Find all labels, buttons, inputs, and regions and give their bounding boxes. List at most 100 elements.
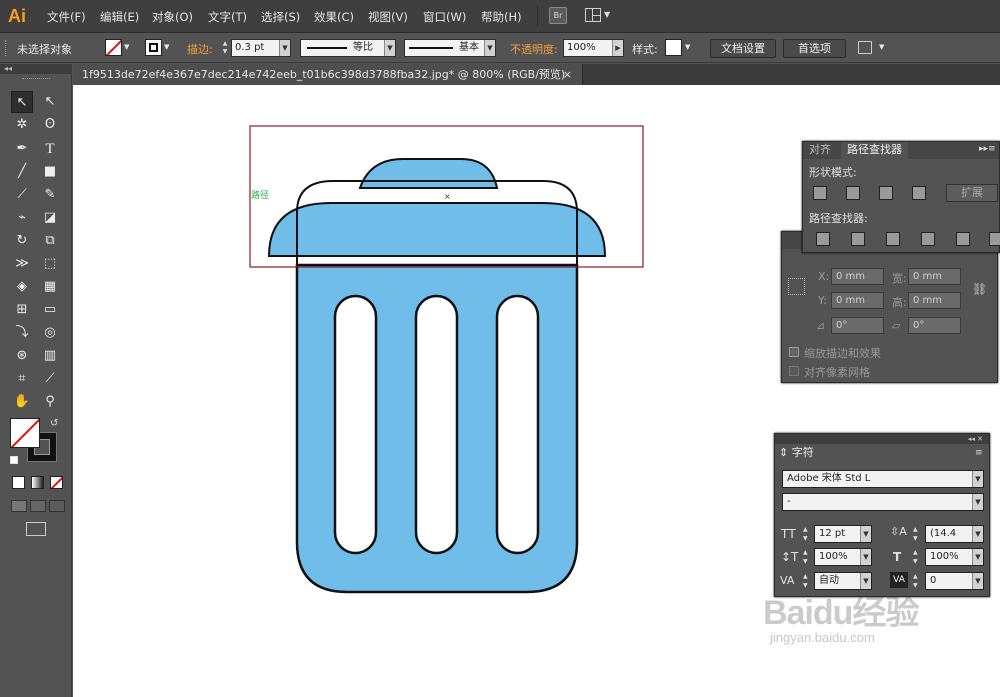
gradient-tool-icon[interactable]: ▭ (39, 299, 61, 321)
collapse-icon[interactable]: ◂◂ (0, 64, 72, 74)
screen-mode-icon[interactable] (26, 522, 46, 536)
rotate-input[interactable]: 0° (831, 317, 884, 334)
tab-align[interactable]: 对齐 (803, 142, 837, 159)
shape-builder-tool-icon[interactable]: ◈ (11, 276, 33, 298)
mesh-tool-icon[interactable]: ⊞ (11, 299, 33, 321)
stepper-icon[interactable]: ▲ ▼ (913, 525, 923, 543)
symbol-sprayer-tool-icon[interactable]: ⊛ (11, 345, 33, 367)
arrange-documents-icon[interactable] (585, 8, 601, 22)
slice-tool-icon[interactable]: ⟋ (39, 368, 61, 390)
rotate-tool-icon[interactable]: ↻ (11, 230, 33, 252)
transform-panel-icon[interactable] (858, 41, 872, 54)
perspective-grid-tool-icon[interactable]: ▦ (39, 276, 61, 298)
pencil-tool-icon[interactable]: ✎ (39, 184, 61, 206)
leading-input[interactable]: (14.4 ▼ (925, 525, 984, 543)
magic-wand-tool-icon[interactable]: ✲ (11, 114, 33, 136)
stepper-icon[interactable]: ▲ ▼ (803, 572, 813, 590)
tab-pathfinder[interactable]: 路径查找器 (841, 142, 908, 159)
panel-collapse-icon[interactable]: ◂◂ ✕ (775, 434, 989, 444)
exclude-icon[interactable] (912, 186, 926, 200)
stroke-label[interactable]: 描边: (187, 41, 213, 57)
menu-type[interactable]: 文字(T) (208, 9, 247, 25)
y-input[interactable]: 0 mm (831, 292, 884, 309)
chevron-down-icon[interactable]: ▼ (124, 43, 129, 51)
eraser-tool-icon[interactable]: ◪ (39, 207, 61, 229)
brush-definition-select[interactable]: 基本 ▼ (404, 39, 496, 57)
chevron-down-icon[interactable]: ▼ (879, 43, 884, 51)
menu-object[interactable]: 对象(O) (152, 9, 193, 25)
fill-color-swatch[interactable] (10, 418, 40, 448)
menu-effect[interactable]: 效果(C) (314, 9, 354, 25)
hand-tool-icon[interactable]: ✋ (11, 391, 33, 413)
unite-icon[interactable] (813, 186, 827, 200)
reference-point-icon[interactable] (788, 278, 805, 295)
font-style-select[interactable]: - ▼ (782, 493, 984, 511)
draw-behind-icon[interactable] (30, 500, 46, 512)
trash-can-body[interactable] (295, 263, 579, 594)
close-icon[interactable]: × (563, 64, 572, 85)
stepper-icon[interactable]: ▲ ▼ (220, 40, 230, 57)
crop-icon[interactable] (921, 232, 935, 246)
constrain-proportions-icon[interactable]: ⛓ (972, 282, 987, 296)
panel-menu-icon[interactable]: ▸▸≡ (979, 144, 996, 154)
stroke-weight-input[interactable]: 0.3 pt ▼ (231, 39, 291, 57)
x-input[interactable]: 0 mm (831, 268, 884, 285)
color-mode-icon[interactable] (12, 476, 25, 489)
artboard-tool-icon[interactable]: ⌗ (11, 368, 33, 390)
scale-strokes-checkbox[interactable] (789, 347, 799, 357)
width-input[interactable]: 0 mm (908, 268, 961, 285)
minus-front-icon[interactable] (846, 186, 860, 200)
eyedropper-tool-icon[interactable]: ⤵ (11, 322, 33, 344)
type-tool-icon[interactable]: T (39, 138, 61, 160)
trim-icon[interactable] (851, 232, 865, 246)
vertical-scale-input[interactable]: 100% ▼ (814, 548, 872, 566)
rectangle-tool-icon[interactable]: ■ (39, 161, 61, 183)
bridge-icon[interactable]: Br (549, 7, 567, 24)
stroke-swatch[interactable] (145, 39, 162, 56)
tab-character[interactable]: ⇕ 字符 (775, 445, 820, 462)
merge-icon[interactable] (886, 232, 900, 246)
align-pixel-checkbox[interactable] (789, 366, 799, 376)
stepper-icon[interactable]: ▲ ▼ (803, 525, 813, 543)
font-size-input[interactable]: 12 pt ▼ (814, 525, 872, 543)
graphic-style-swatch[interactable] (665, 39, 682, 56)
free-transform-tool-icon[interactable]: ⬚ (39, 253, 61, 275)
blob-brush-tool-icon[interactable]: ⌁ (11, 207, 33, 229)
opacity-label[interactable]: 不透明度: (510, 41, 558, 57)
selection-tool-icon[interactable]: ↖ (11, 91, 33, 113)
document-setup-button[interactable]: 文档设置 (710, 39, 776, 58)
menu-select[interactable]: 选择(S) (261, 9, 300, 25)
menu-view[interactable]: 视图(V) (368, 9, 408, 25)
pen-tool-icon[interactable]: ✒ (11, 138, 33, 160)
width-tool-icon[interactable]: ≫ (11, 253, 33, 275)
none-mode-icon[interactable] (50, 476, 63, 489)
paintbrush-tool-icon[interactable]: ⟋ (11, 184, 33, 206)
preferences-button[interactable]: 首选项 (783, 39, 846, 58)
default-colors-icon[interactable] (10, 456, 18, 464)
chevron-down-icon[interactable]: ▼ (164, 43, 169, 51)
fill-swatch[interactable] (105, 39, 122, 56)
chevron-down-icon[interactable]: ▼ (685, 43, 690, 51)
variable-width-profile-select[interactable]: 等比 ▼ (300, 39, 396, 57)
zoom-tool-icon[interactable]: ⚲ (39, 391, 61, 413)
divide-icon[interactable] (816, 232, 830, 246)
document-tab[interactable]: 1f9513de72ef4e367e7dec214e742eeb_t01b6c3… (73, 64, 583, 85)
opacity-input[interactable]: 100% ▶ (563, 39, 624, 57)
minus-back-icon[interactable] (989, 232, 1000, 246)
line-tool-icon[interactable]: ╱ (11, 161, 33, 183)
stepper-icon[interactable]: ▲ ▼ (913, 548, 923, 566)
panel-menu-icon[interactable]: ≡ (975, 448, 983, 458)
menu-help[interactable]: 帮助(H) (481, 9, 522, 25)
gradient-mode-icon[interactable] (31, 476, 44, 489)
chevron-down-icon[interactable]: ▼ (604, 10, 610, 19)
scale-tool-icon[interactable]: ⧉ (39, 230, 61, 252)
swap-fill-stroke-icon[interactable]: ↺ (50, 418, 58, 429)
tracking-select[interactable]: 0 ▼ (925, 572, 984, 590)
draw-inside-icon[interactable] (49, 500, 65, 512)
lid-shape[interactable] (267, 158, 607, 265)
blend-tool-icon[interactable]: ◎ (39, 322, 61, 344)
horizontal-scale-input[interactable]: 100% ▼ (925, 548, 984, 566)
height-input[interactable]: 0 mm (908, 292, 961, 309)
direct-selection-tool-icon[interactable]: ↖ (39, 91, 61, 113)
column-graph-tool-icon[interactable]: ▥ (39, 345, 61, 367)
